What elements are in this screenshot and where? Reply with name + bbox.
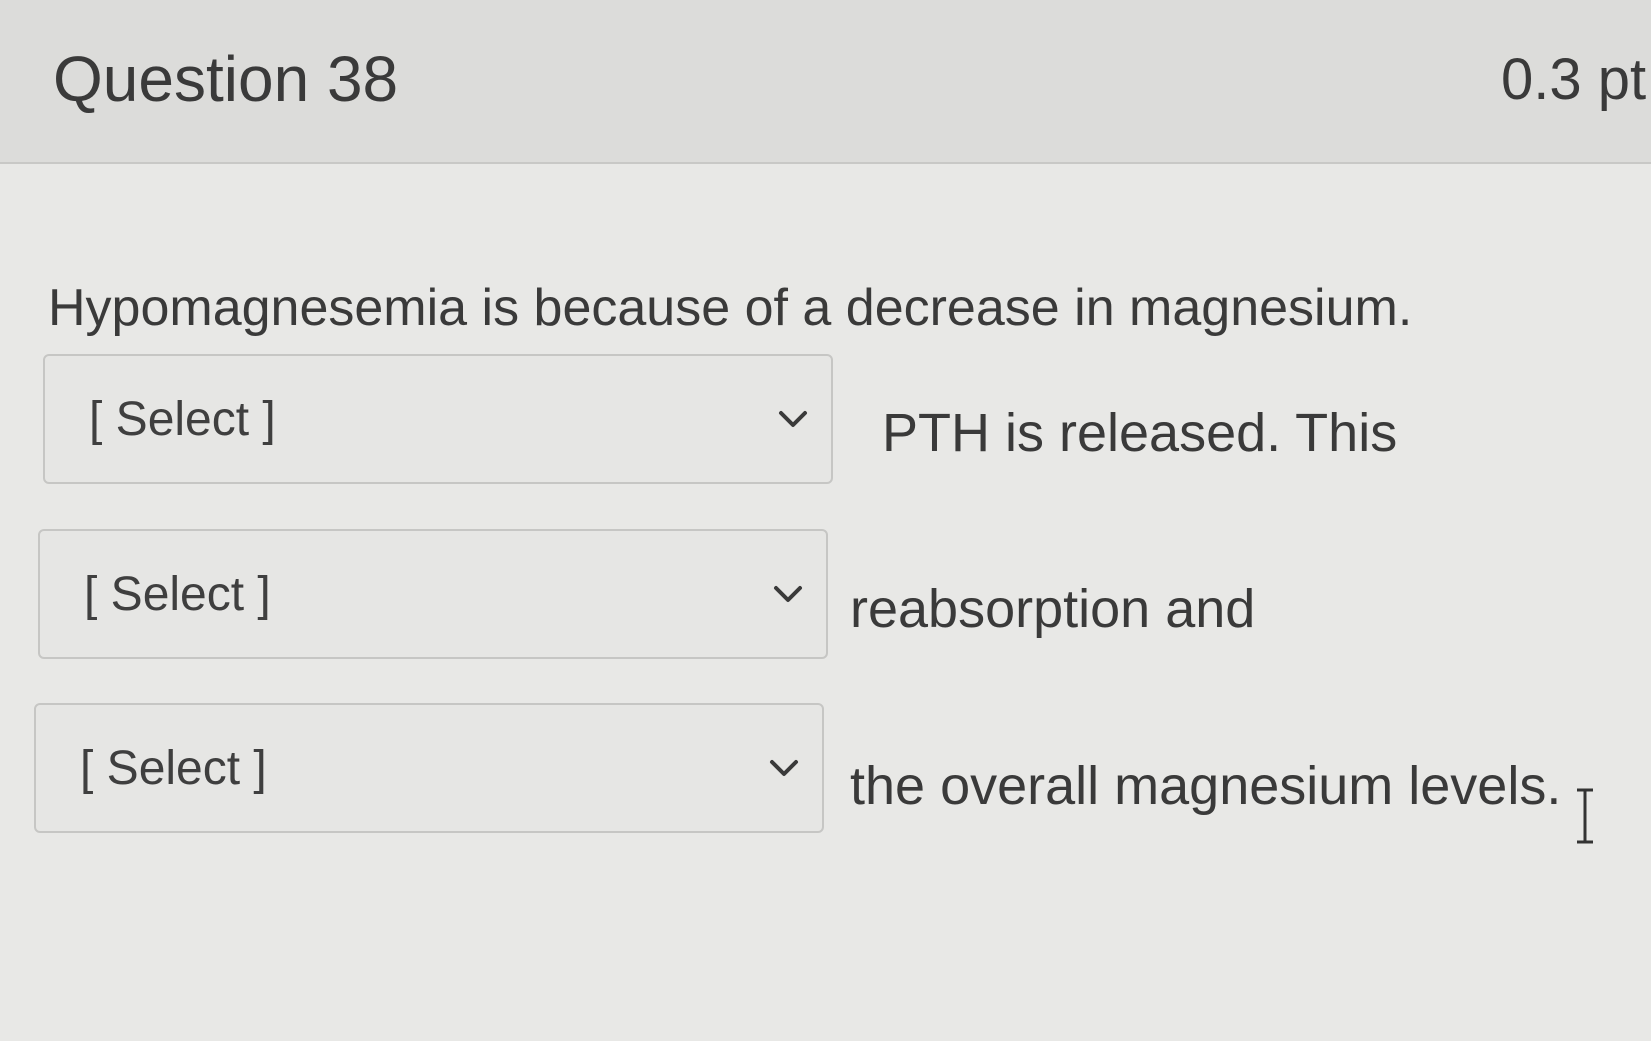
blank-3-after-text: the overall magnesium levels. <box>850 756 1562 816</box>
blank-3-placeholder: [ Select ] <box>80 742 267 795</box>
chevron-down-icon <box>770 760 798 776</box>
chevron-down-icon <box>774 586 802 602</box>
question-points: 0.3 pt <box>1501 47 1647 112</box>
blank-1-placeholder: [ Select ] <box>89 393 276 446</box>
text-cursor-icon <box>1577 788 1593 844</box>
blank-1-after-text: PTH is released. This <box>882 403 1398 463</box>
blank-2-placeholder: [ Select ] <box>84 568 271 621</box>
blank-2-select[interactable]: [ Select ] <box>38 529 828 659</box>
question-title: Question 38 <box>53 43 399 115</box>
chevron-down-icon <box>779 411 807 427</box>
question-prompt: Hypomagnesemia is because of a decrease … <box>48 279 1413 337</box>
blank-1-select[interactable]: [ Select ] <box>43 354 833 484</box>
blank-2-after-text: reabsorption and <box>850 579 1256 639</box>
blank-3-select[interactable]: [ Select ] <box>34 703 824 833</box>
question-header: Question 38 0.3 pt <box>0 0 1651 164</box>
